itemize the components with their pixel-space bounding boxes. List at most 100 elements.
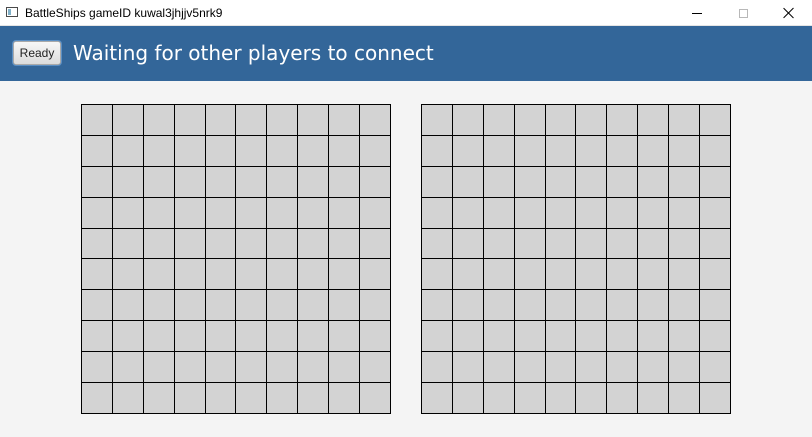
grid-cell[interactable] bbox=[174, 383, 205, 413]
grid-cell[interactable] bbox=[545, 259, 576, 290]
grid-cell[interactable] bbox=[422, 321, 452, 352]
grid-cell[interactable] bbox=[669, 321, 700, 352]
grid-cell[interactable] bbox=[112, 290, 143, 321]
grid-cell[interactable] bbox=[267, 197, 298, 228]
grid-cell[interactable] bbox=[700, 290, 730, 321]
grid-cell[interactable] bbox=[143, 383, 174, 413]
grid-cell[interactable] bbox=[298, 321, 329, 352]
grid-cell[interactable] bbox=[607, 166, 638, 197]
grid-cell[interactable] bbox=[298, 228, 329, 259]
grid-cell[interactable] bbox=[267, 228, 298, 259]
grid-cell[interactable] bbox=[545, 352, 576, 383]
grid-cell[interactable] bbox=[267, 166, 298, 197]
grid-cell[interactable] bbox=[82, 166, 112, 197]
grid-cell[interactable] bbox=[112, 105, 143, 135]
grid-cell[interactable] bbox=[669, 290, 700, 321]
grid-cell[interactable] bbox=[298, 383, 329, 413]
grid-cell[interactable] bbox=[267, 259, 298, 290]
grid-cell[interactable] bbox=[174, 352, 205, 383]
grid-cell[interactable] bbox=[669, 105, 700, 135]
ready-button[interactable]: Ready bbox=[13, 41, 61, 65]
grid-cell[interactable] bbox=[483, 197, 514, 228]
grid-cell[interactable] bbox=[607, 259, 638, 290]
grid-cell[interactable] bbox=[700, 197, 730, 228]
grid-cell[interactable] bbox=[143, 197, 174, 228]
grid-cell[interactable] bbox=[298, 105, 329, 135]
grid-cell[interactable] bbox=[422, 290, 452, 321]
grid-cell[interactable] bbox=[576, 259, 607, 290]
grid-cell[interactable] bbox=[205, 105, 236, 135]
grid-cell[interactable] bbox=[174, 228, 205, 259]
grid-cell[interactable] bbox=[638, 383, 669, 413]
grid-cell[interactable] bbox=[483, 383, 514, 413]
grid-cell[interactable] bbox=[143, 228, 174, 259]
grid-cell[interactable] bbox=[638, 105, 669, 135]
grid-cell[interactable] bbox=[143, 321, 174, 352]
grid-cell[interactable] bbox=[669, 352, 700, 383]
grid-cell[interactable] bbox=[236, 352, 267, 383]
grid-cell[interactable] bbox=[82, 352, 112, 383]
close-button[interactable] bbox=[766, 0, 812, 26]
grid-cell[interactable] bbox=[236, 259, 267, 290]
grid-cell[interactable] bbox=[422, 259, 452, 290]
grid-cell[interactable] bbox=[422, 105, 452, 135]
grid-cell[interactable] bbox=[298, 135, 329, 166]
grid-cell[interactable] bbox=[638, 135, 669, 166]
grid-cell[interactable] bbox=[576, 383, 607, 413]
grid-cell[interactable] bbox=[483, 228, 514, 259]
grid-cell[interactable] bbox=[452, 259, 483, 290]
grid-cell[interactable] bbox=[700, 228, 730, 259]
grid-cell[interactable] bbox=[82, 135, 112, 166]
grid-cell[interactable] bbox=[205, 197, 236, 228]
grid-cell[interactable] bbox=[267, 135, 298, 166]
grid-cell[interactable] bbox=[267, 105, 298, 135]
grid-cell[interactable] bbox=[638, 228, 669, 259]
grid-cell[interactable] bbox=[205, 135, 236, 166]
grid-cell[interactable] bbox=[607, 383, 638, 413]
grid-cell[interactable] bbox=[638, 197, 669, 228]
grid-cell[interactable] bbox=[483, 259, 514, 290]
grid-cell[interactable] bbox=[607, 321, 638, 352]
grid-cell[interactable] bbox=[236, 321, 267, 352]
grid-cell[interactable] bbox=[452, 135, 483, 166]
grid-cell[interactable] bbox=[329, 321, 360, 352]
grid-cell[interactable] bbox=[700, 105, 730, 135]
grid-cell[interactable] bbox=[205, 228, 236, 259]
grid-cell[interactable] bbox=[514, 228, 545, 259]
grid-cell[interactable] bbox=[112, 352, 143, 383]
grid-cell[interactable] bbox=[607, 352, 638, 383]
grid-cell[interactable] bbox=[545, 228, 576, 259]
grid-cell[interactable] bbox=[514, 166, 545, 197]
grid-cell[interactable] bbox=[174, 321, 205, 352]
grid-cell[interactable] bbox=[700, 321, 730, 352]
grid-cell[interactable] bbox=[236, 228, 267, 259]
grid-cell[interactable] bbox=[545, 383, 576, 413]
grid-cell[interactable] bbox=[452, 383, 483, 413]
grid-cell[interactable] bbox=[576, 197, 607, 228]
grid-cell[interactable] bbox=[452, 228, 483, 259]
grid-cell[interactable] bbox=[514, 290, 545, 321]
grid-cell[interactable] bbox=[112, 228, 143, 259]
grid-cell[interactable] bbox=[298, 290, 329, 321]
grid-cell[interactable] bbox=[112, 321, 143, 352]
grid-cell[interactable] bbox=[298, 197, 329, 228]
grid-cell[interactable] bbox=[545, 197, 576, 228]
grid-cell[interactable] bbox=[143, 166, 174, 197]
grid-cell[interactable] bbox=[82, 321, 112, 352]
grid-cell[interactable] bbox=[82, 290, 112, 321]
grid-cell[interactable] bbox=[669, 197, 700, 228]
grid-cell[interactable] bbox=[174, 105, 205, 135]
grid-cell[interactable] bbox=[236, 166, 267, 197]
grid-cell[interactable] bbox=[545, 135, 576, 166]
maximize-button[interactable] bbox=[720, 0, 766, 26]
grid-cell[interactable] bbox=[82, 228, 112, 259]
grid-cell[interactable] bbox=[174, 290, 205, 321]
grid-cell[interactable] bbox=[205, 259, 236, 290]
grid-cell[interactable] bbox=[360, 166, 390, 197]
grid-cell[interactable] bbox=[607, 135, 638, 166]
grid-cell[interactable] bbox=[514, 135, 545, 166]
grid-cell[interactable] bbox=[700, 352, 730, 383]
grid-cell[interactable] bbox=[576, 135, 607, 166]
grid-cell[interactable] bbox=[514, 259, 545, 290]
grid-cell[interactable] bbox=[298, 259, 329, 290]
